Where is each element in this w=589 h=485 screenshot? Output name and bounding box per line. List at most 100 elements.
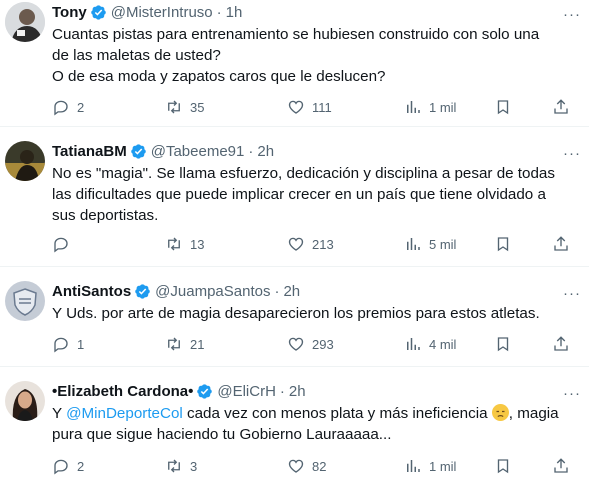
- tweet-text-line: pura que sigue haciendo tu Gobierno Laur…: [52, 426, 392, 443]
- bookmark-icon: [497, 237, 509, 252]
- bookmark-button[interactable]: [494, 98, 512, 116]
- reply-button[interactable]: 2: [52, 98, 84, 116]
- view-count: 5 mil: [429, 236, 457, 252]
- analytics-icon: [407, 101, 420, 113]
- view-count: 1 mil: [429, 458, 457, 474]
- like-button[interactable]: 111: [287, 98, 332, 116]
- verified-badge-icon: [90, 4, 106, 20]
- tweet-item[interactable]: •Elizabeth Cardona• @EliCrH · 2h ··· Y @…: [0, 367, 589, 485]
- like-button[interactable]: 82: [287, 457, 326, 475]
- shield-logo-icon: [5, 281, 45, 321]
- share-button[interactable]: [552, 235, 570, 253]
- avatar[interactable]: [5, 141, 45, 181]
- tweet-text-line: Cuantas pistas para entrenamiento se hub…: [52, 26, 540, 43]
- author-handle[interactable]: @MisterIntruso: [111, 4, 213, 21]
- avatar-photo-icon: [5, 2, 45, 42]
- timestamp[interactable]: 2h: [257, 143, 274, 160]
- author-handle[interactable]: @Tabeeme91: [151, 143, 245, 160]
- retweet-icon: [168, 459, 180, 473]
- like-button[interactable]: 213: [287, 235, 334, 253]
- reply-icon: [54, 237, 68, 253]
- heart-icon: [288, 237, 304, 251]
- separator-dot: ·: [279, 382, 285, 400]
- heart-icon: [288, 459, 304, 473]
- more-options-button[interactable]: ···: [563, 285, 581, 302]
- reply-button[interactable]: 1: [52, 335, 84, 353]
- views-button[interactable]: 1 mil: [404, 457, 456, 475]
- share-button[interactable]: [552, 335, 570, 353]
- tweet-text-line: Y @MinDeporteCol cada vez con menos plat…: [52, 403, 581, 424]
- separator-dot: ·: [216, 3, 222, 21]
- retweet-count: 3: [190, 458, 198, 474]
- more-options-button[interactable]: ···: [563, 385, 581, 402]
- reply-feed: Tony @MisterIntruso · 1h ··· Cuantas pis…: [0, 0, 589, 485]
- bookmark-button[interactable]: [494, 457, 512, 475]
- share-icon: [554, 336, 568, 351]
- more-options-button[interactable]: ···: [563, 145, 581, 162]
- heart-icon: [288, 337, 304, 351]
- retweet-button[interactable]: 21: [165, 335, 204, 353]
- retweet-icon: [168, 100, 180, 114]
- tweet-text: Cuantas pistas para entrenamiento se hub…: [52, 24, 581, 87]
- view-count: 4 mil: [429, 336, 457, 352]
- like-count: 293: [312, 336, 334, 352]
- tweet-text-line: sus deportistas.: [52, 207, 159, 224]
- tweet-text-segment: cada vez con menos plata y más ineficien…: [182, 405, 492, 422]
- more-options-button[interactable]: ···: [563, 6, 581, 23]
- like-button[interactable]: 293: [287, 335, 334, 353]
- retweet-icon: [168, 237, 180, 251]
- reply-icon: [54, 100, 68, 116]
- like-count: 213: [312, 236, 334, 252]
- avatar-photo-icon: [5, 381, 45, 421]
- tweet-text-line: O de esa moda y zapatos caros que le des…: [52, 68, 386, 85]
- retweet-count: 21: [190, 336, 205, 352]
- tweet-text: Y @MinDeporteCol cada vez con menos plat…: [52, 403, 581, 445]
- tweet-actions: 2 3 82 1 mil: [0, 455, 589, 477]
- author-name[interactable]: AntiSantos: [52, 283, 131, 300]
- tweet-item[interactable]: AntiSantos @JuampaSantos · 2h ··· Y Uds.…: [0, 267, 589, 367]
- tweet-text: Y Uds. por arte de magia desaparecieron …: [52, 303, 581, 324]
- avatar[interactable]: [5, 2, 45, 42]
- reply-button[interactable]: [52, 235, 77, 253]
- share-icon: [554, 236, 568, 251]
- reply-count: 2: [77, 458, 85, 474]
- tweet-text: No es "magia". Se llama esfuerzo, dedica…: [52, 163, 581, 226]
- tweet-actions: 13 213 5 mil: [0, 233, 589, 255]
- timestamp[interactable]: 2h: [289, 383, 306, 400]
- reply-button[interactable]: 2: [52, 457, 84, 475]
- retweet-button[interactable]: 13: [165, 235, 204, 253]
- mention-link[interactable]: @MinDeporteCol: [66, 405, 183, 422]
- views-button[interactable]: 1 mil: [404, 98, 456, 116]
- tweet-item[interactable]: TatianaBM @Tabeeme91 · 2h ··· No es "mag…: [0, 127, 589, 267]
- views-button[interactable]: 4 mil: [404, 335, 456, 353]
- reply-icon: [54, 459, 68, 475]
- avatar[interactable]: [5, 281, 45, 321]
- author-name[interactable]: •Elizabeth Cardona•: [52, 383, 193, 400]
- author-name[interactable]: TatianaBM: [52, 143, 127, 160]
- disappointed-face-icon: [491, 404, 509, 421]
- verified-badge-icon: [130, 143, 146, 159]
- retweet-button[interactable]: 3: [165, 457, 197, 475]
- verified-badge-icon: [135, 283, 150, 299]
- bookmark-button[interactable]: [494, 235, 512, 253]
- tweet-item[interactable]: Tony @MisterIntruso · 1h ··· Cuantas pis…: [0, 0, 589, 127]
- reply-count: 1: [77, 336, 85, 352]
- retweet-count: 13: [190, 236, 205, 252]
- timestamp[interactable]: 2h: [283, 283, 300, 300]
- views-button[interactable]: 5 mil: [404, 235, 456, 253]
- share-icon: [554, 99, 568, 114]
- timestamp[interactable]: 1h: [226, 4, 243, 21]
- heart-icon: [288, 100, 304, 114]
- like-count: 111: [312, 99, 332, 115]
- bookmark-icon: [497, 100, 509, 115]
- share-button[interactable]: [552, 98, 570, 116]
- like-count: 82: [312, 458, 327, 474]
- share-button[interactable]: [552, 457, 570, 475]
- avatar[interactable]: [5, 381, 45, 421]
- author-name[interactable]: Tony: [52, 4, 87, 21]
- retweet-button[interactable]: 35: [165, 98, 204, 116]
- bookmark-button[interactable]: [494, 335, 512, 353]
- separator-dot: ·: [274, 282, 280, 300]
- author-handle[interactable]: @EliCrH: [217, 383, 276, 400]
- author-handle[interactable]: @JuampaSantos: [155, 283, 270, 300]
